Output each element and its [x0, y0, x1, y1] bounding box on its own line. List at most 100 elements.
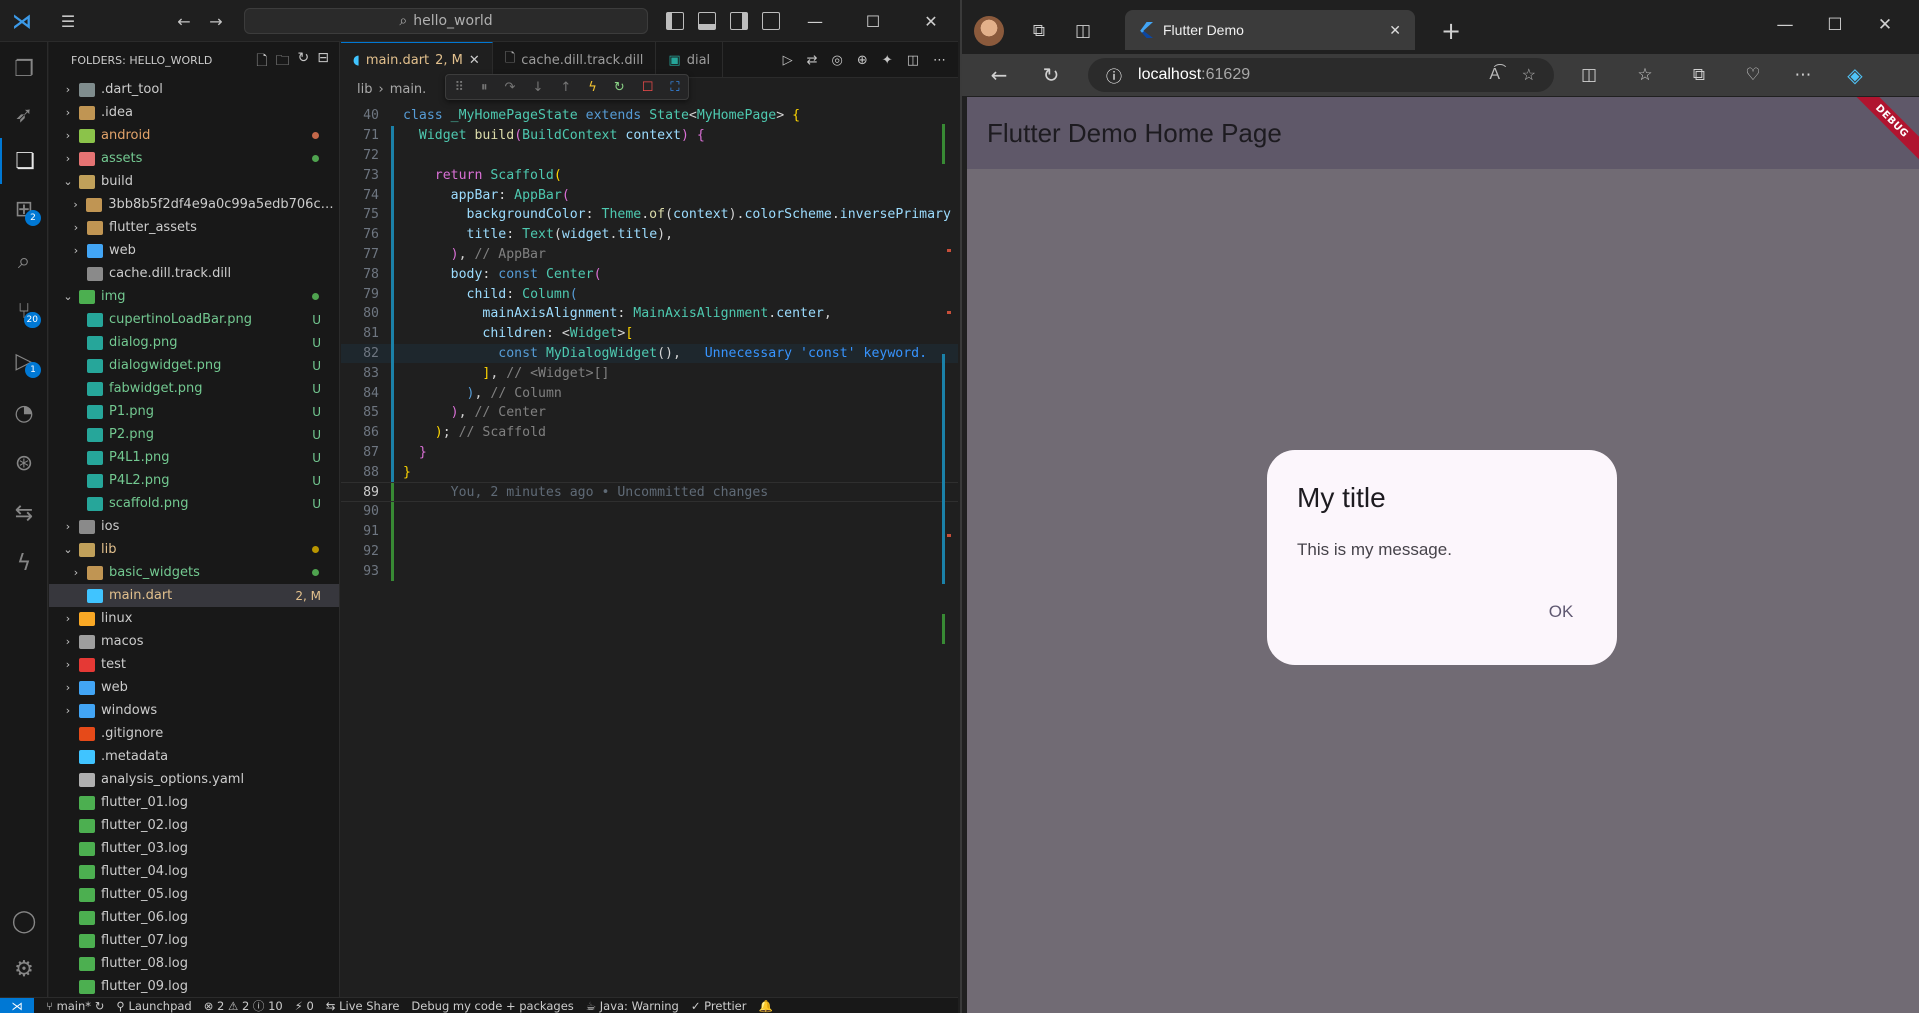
- code-line[interactable]: 87 }: [341, 442, 958, 463]
- step-over-icon[interactable]: ↷: [505, 80, 516, 95]
- breadcrumb-item[interactable]: lib: [357, 82, 372, 97]
- tree-item[interactable]: cache.dill.track.dill: [49, 262, 339, 285]
- tree-item[interactable]: analysis_options.yaml: [49, 768, 339, 791]
- launchpad-status[interactable]: ⚲ Launchpad: [116, 999, 191, 1013]
- code-line[interactable]: 90: [341, 501, 958, 522]
- dialog-ok-button[interactable]: OK: [1531, 592, 1591, 632]
- profile-avatar[interactable]: [974, 16, 1004, 46]
- code-line[interactable]: 83 ], // <Widget>[]: [341, 363, 958, 384]
- tree-item[interactable]: › .dart_tool: [49, 78, 339, 101]
- ai-icon[interactable]: ✦: [882, 53, 893, 68]
- branch-status[interactable]: ⑂ main* ↻: [46, 999, 104, 1013]
- code-line[interactable]: 85 ), // Center: [341, 402, 958, 423]
- new-file-icon[interactable]: 🗋: [256, 50, 267, 74]
- tree-item[interactable]: .metadata: [49, 745, 339, 768]
- tree-item[interactable]: flutter_06.log: [49, 906, 339, 929]
- java-status[interactable]: ☕ Java: Warning: [586, 999, 679, 1013]
- code-line[interactable]: 71 Widget build(BuildContext context) {: [341, 125, 958, 146]
- drag-handle-icon[interactable]: ⠿: [455, 80, 465, 95]
- debug-mode-status[interactable]: Debug my code + packages: [411, 999, 573, 1013]
- code-line[interactable]: 93: [341, 561, 958, 582]
- prettier-status[interactable]: ✓ Prettier: [691, 999, 747, 1013]
- tree-item[interactable]: P4L1.png U: [49, 446, 339, 469]
- search-icon[interactable]: ⌕: [0, 238, 48, 284]
- settings-gear-icon[interactable]: ⚙: [0, 946, 48, 992]
- tree-item[interactable]: ⌄ img: [49, 285, 339, 308]
- code-editor[interactable]: 40 class _MyHomePageState extends State<M…: [341, 106, 958, 582]
- live-share-icon[interactable]: ⇆: [0, 490, 48, 536]
- code-line[interactable]: 84 ), // Column: [341, 383, 958, 403]
- tree-item[interactable]: flutter_08.log: [49, 952, 339, 975]
- address-bar[interactable]: ⓘ localhost:61629 A͡ ☆: [1088, 58, 1554, 92]
- tree-item[interactable]: › macos: [49, 630, 339, 653]
- git-graph-icon[interactable]: ◔: [0, 390, 48, 436]
- tree-item[interactable]: ⌄ build: [49, 170, 339, 193]
- favorites-icon[interactable]: ☆: [1630, 60, 1660, 90]
- run-debug-icon[interactable]: ▷ 1: [0, 338, 48, 384]
- code-line[interactable]: 72: [341, 145, 958, 166]
- compare-icon[interactable]: ⊕: [857, 53, 868, 68]
- tree-item[interactable]: flutter_01.log: [49, 791, 339, 814]
- tree-item[interactable]: P1.png U: [49, 400, 339, 423]
- flutter-outline-icon[interactable]: ➶: [0, 92, 48, 138]
- new-tab-icon[interactable]: +: [1434, 14, 1468, 48]
- tree-item[interactable]: › web: [49, 676, 339, 699]
- code-line[interactable]: 91: [341, 521, 958, 542]
- tree-item[interactable]: › android: [49, 124, 339, 147]
- step-into-icon[interactable]: ↓: [532, 80, 543, 95]
- code-line[interactable]: 74 appBar: AppBar(: [341, 185, 958, 205]
- close-icon[interactable]: ✕: [908, 0, 954, 42]
- menu-icon[interactable]: ☰: [54, 0, 82, 42]
- command-center-search[interactable]: ⌕ hello_world: [244, 8, 648, 34]
- tree-item[interactable]: › basic_widgets: [49, 561, 339, 584]
- tree-item[interactable]: › linux: [49, 607, 339, 630]
- favorite-star-icon[interactable]: ☆: [1522, 65, 1536, 85]
- tab-close-icon[interactable]: ✕: [1389, 22, 1401, 39]
- explorer-icon[interactable]: ❐: [0, 46, 48, 92]
- tree-item[interactable]: flutter_03.log: [49, 837, 339, 860]
- tree-item[interactable]: › web: [49, 239, 339, 262]
- close-icon[interactable]: ✕: [1862, 10, 1908, 40]
- ports-status[interactable]: ⚡ 0: [295, 999, 314, 1013]
- code-line[interactable]: 88}: [341, 462, 958, 483]
- files-icon[interactable]: ❏: [0, 138, 48, 184]
- tree-item[interactable]: › flutter_assets: [49, 216, 339, 239]
- tree-item[interactable]: P4L2.png U: [49, 469, 339, 492]
- remote-indicator-icon[interactable]: ⋊: [0, 998, 34, 1013]
- code-line[interactable]: 76 title: Text(widget.title),: [341, 224, 958, 245]
- tree-item[interactable]: fabwidget.png U: [49, 377, 339, 400]
- tree-item[interactable]: dialog.png U: [49, 331, 339, 354]
- maximize-icon[interactable]: ☐: [850, 0, 896, 42]
- forward-arrow-icon[interactable]: →: [204, 0, 228, 42]
- hot-restart-icon[interactable]: ↻: [614, 80, 625, 95]
- code-line[interactable]: 82 const MyDialogWidget(), Unnecessary '…: [341, 343, 958, 364]
- stop-icon[interactable]: ☐: [642, 80, 654, 95]
- tree-item[interactable]: flutter_04.log: [49, 860, 339, 883]
- minimize-icon[interactable]: —: [1762, 10, 1808, 40]
- tab-flutter-demo[interactable]: Flutter Demo ✕: [1125, 10, 1415, 50]
- back-arrow-icon[interactable]: ←: [172, 0, 196, 42]
- extensions-icon[interactable]: ⊞ 2: [0, 186, 48, 232]
- split-editor-icon[interactable]: ◫: [907, 53, 919, 68]
- browser-essentials-icon[interactable]: ♡: [1738, 60, 1768, 90]
- collections-icon[interactable]: ⧉: [1684, 60, 1714, 90]
- editor-tab[interactable]: 🗋 cache.dill.track.dill: [493, 42, 657, 78]
- copilot-icon[interactable]: ◈: [1838, 60, 1872, 90]
- read-aloud-icon[interactable]: A͡: [1489, 66, 1500, 84]
- hot-reload-icon[interactable]: ϟ: [588, 80, 597, 95]
- code-line[interactable]: 40 class _MyHomePageState extends State<M…: [341, 106, 958, 126]
- site-info-icon[interactable]: ⓘ: [1106, 63, 1122, 87]
- source-control-icon[interactable]: ⑂ 20: [0, 288, 48, 334]
- split-screen-icon[interactable]: ◫: [1574, 60, 1604, 90]
- more-options-icon[interactable]: ⋯: [1788, 60, 1818, 90]
- run-icon[interactable]: ▷: [783, 53, 793, 68]
- code-line[interactable]: 81 children: <Widget>[: [341, 323, 958, 344]
- back-arrow-icon[interactable]: ←: [984, 60, 1014, 90]
- tree-item[interactable]: cupertinoLoadBar.png U: [49, 308, 339, 331]
- new-folder-icon[interactable]: 🗀: [276, 50, 290, 74]
- editor-tab[interactable]: ▣ dial: [656, 42, 724, 78]
- tree-item[interactable]: ⌄ lib: [49, 538, 339, 561]
- breadcrumb-item[interactable]: main.: [390, 82, 427, 97]
- code-line[interactable]: 89 You, 2 minutes ago • Uncommitted chan…: [341, 482, 958, 502]
- widget-inspector-icon[interactable]: ⛶: [670, 80, 679, 95]
